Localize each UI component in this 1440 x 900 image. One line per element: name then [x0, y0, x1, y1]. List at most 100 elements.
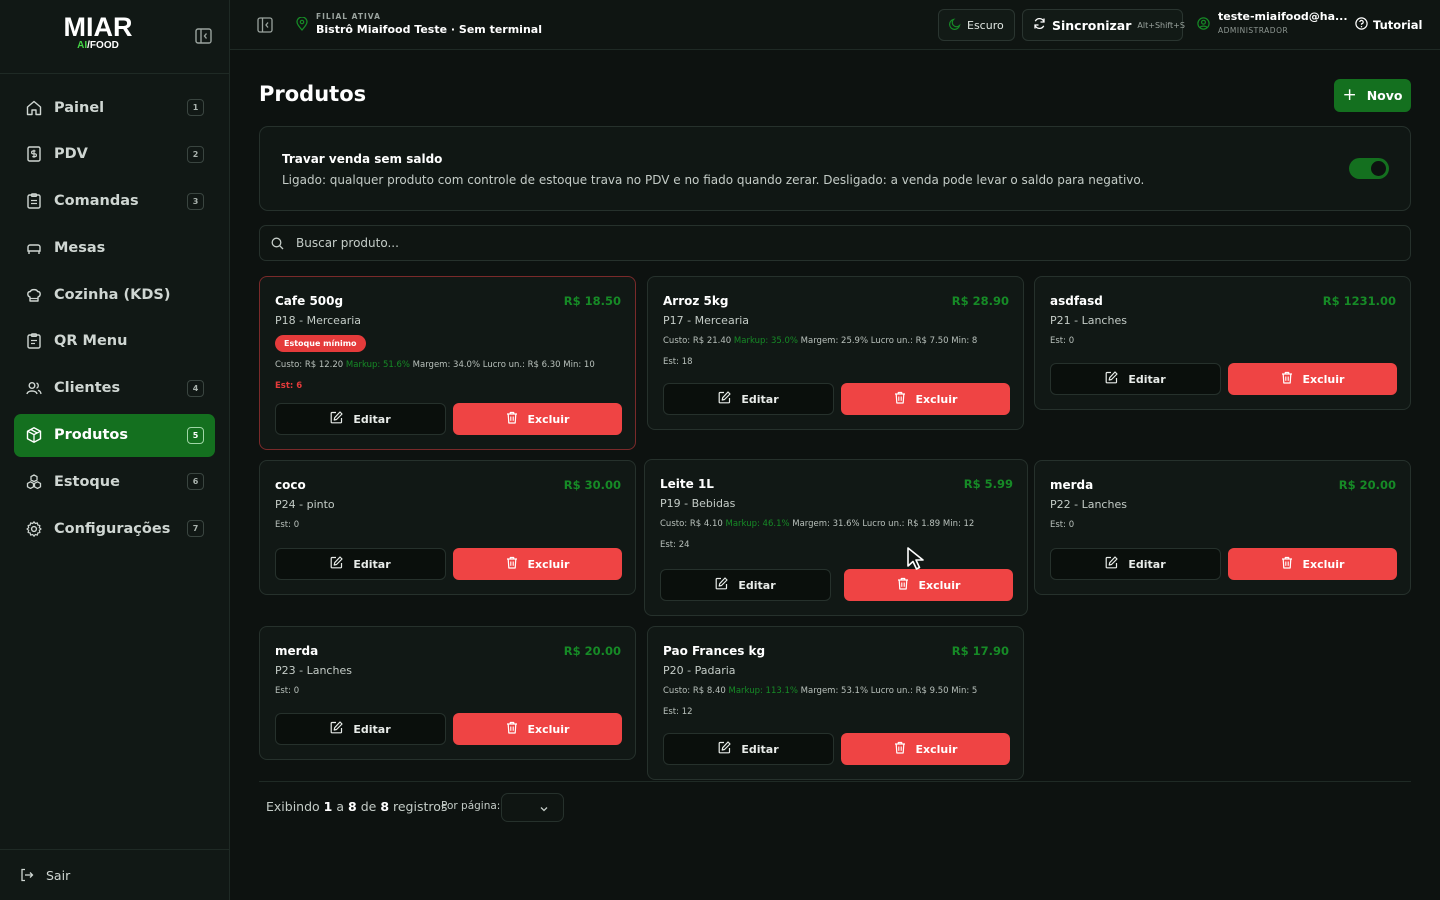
- refresh-icon: [1033, 17, 1046, 33]
- product-code-category: P17 - Mercearia: [663, 314, 750, 327]
- panel-toggle-icon[interactable]: [257, 17, 273, 33]
- sync-label: Sincronizar: [1052, 17, 1132, 33]
- sidebar-item-label: Comandas: [54, 193, 139, 210]
- product-name: Leite 1L: [660, 477, 714, 491]
- sidebar-item-qr-menu[interactable]: QR Menu: [14, 320, 215, 363]
- edit-product-button[interactable]: Editar: [663, 733, 834, 765]
- sidebar-item-label: Painel: [54, 99, 105, 116]
- status-badge: Estoque mínimo: [275, 335, 366, 352]
- product-stock: Est: 12: [663, 707, 693, 717]
- delete-product-button[interactable]: Excluir: [453, 548, 622, 580]
- sidebar-item-configura-es[interactable]: Configurações 7: [14, 507, 215, 550]
- edit-product-button[interactable]: Editar: [275, 548, 446, 580]
- edit-icon: [1105, 556, 1118, 572]
- shortcut-badge: 1: [187, 99, 204, 116]
- product-markup: Markup: 113.1%: [728, 686, 798, 696]
- product-stock: Est: 0: [275, 686, 300, 696]
- boxes-icon: [24, 472, 44, 492]
- edit-label: Editar: [353, 557, 391, 571]
- product-margin-profit-min: Margem: 31.6% Lucro un.: R$ 1.89 Min: 12: [792, 519, 975, 529]
- product-margin-profit-min: Margem: 25.9% Lucro un.: R$ 7.50 Min: 8: [800, 336, 978, 346]
- delete-product-button[interactable]: Excluir: [841, 383, 1010, 415]
- product-name: merda: [275, 644, 319, 658]
- lock-sale-setting: Travar venda sem saldo Ligado: qualquer …: [259, 126, 1411, 211]
- search-input[interactable]: [296, 226, 1396, 260]
- sidebar-item-cozinha-kds[interactable]: Cozinha (KDS): [14, 273, 215, 316]
- delete-product-button[interactable]: Excluir: [1228, 548, 1397, 580]
- active-branch[interactable]: FILIAL ATIVA Bistrô Miaifood Teste · Sem…: [296, 12, 542, 36]
- delete-product-button[interactable]: Excluir: [453, 403, 622, 435]
- product-card: Arroz 5kg R$ 28.90 P17 - Mercearia Custo: R…: [647, 276, 1024, 430]
- product-stock: Est: 0: [1050, 520, 1075, 530]
- new-product-button[interactable]: + Novo: [1334, 79, 1411, 112]
- pager-to: 8: [348, 799, 357, 814]
- sidebar-item-label: Clientes: [54, 380, 121, 397]
- delete-label: Excluir: [1302, 372, 1345, 386]
- brand-logo[interactable]: MIAR AI/FOOD: [62, 12, 134, 51]
- qr-menu-icon: [24, 331, 44, 351]
- theme-toggle-button[interactable]: Escuro: [938, 9, 1015, 41]
- shortcut-badge: 3: [187, 192, 204, 210]
- edit-product-button[interactable]: Editar: [1050, 363, 1221, 395]
- pager-sep1: a: [336, 799, 345, 814]
- product-name: asdfasd: [1050, 294, 1103, 308]
- sidebar-item-comandas[interactable]: Comandas 3: [14, 180, 215, 223]
- trash-icon: [897, 577, 909, 593]
- product-markup: Markup: 51.6%: [345, 360, 410, 370]
- product-name: Pao Frances kg: [663, 644, 766, 658]
- edit-product-button[interactable]: Editar: [275, 403, 446, 435]
- product-code-category: P24 - pinto: [275, 498, 335, 511]
- edit-icon: [718, 391, 731, 407]
- logout-label: Sair: [46, 867, 71, 883]
- user-menu[interactable]: teste-miaifood@ha... ADMINISTRADOR: [1197, 10, 1348, 35]
- delete-label: Excluir: [1302, 557, 1345, 571]
- delete-label: Excluir: [527, 722, 570, 736]
- logo-sub-rest: /FOOD: [87, 40, 119, 51]
- delete-product-button[interactable]: Excluir: [841, 733, 1010, 765]
- delete-product-button[interactable]: Excluir: [1228, 363, 1397, 395]
- tutorial-label: Tutorial: [1373, 18, 1423, 32]
- product-name: coco: [275, 478, 306, 492]
- product-stock: Est: 0: [275, 520, 300, 530]
- delete-product-button[interactable]: Excluir: [453, 713, 622, 745]
- product-code-category: P19 - Bebidas: [660, 497, 736, 510]
- product-price: R$ 18.50: [563, 294, 621, 308]
- logout-button[interactable]: Sair: [0, 849, 230, 900]
- edit-product-button[interactable]: Editar: [1050, 548, 1221, 580]
- delete-label: Excluir: [918, 578, 961, 592]
- package-icon: [24, 425, 44, 445]
- user-circle-icon: [1197, 17, 1210, 33]
- map-pin-icon: [296, 16, 308, 34]
- edit-product-button[interactable]: Editar: [660, 569, 831, 601]
- page-title: Produtos: [259, 82, 367, 106]
- pager-from: 1: [323, 799, 333, 814]
- edit-product-button[interactable]: Editar: [275, 713, 446, 745]
- sidebar-item-clientes[interactable]: Clientes 4: [14, 367, 215, 410]
- lock-sale-toggle[interactable]: [1349, 158, 1389, 179]
- sidebar-collapse-icon[interactable]: [195, 28, 212, 44]
- sidebar-item-estoque[interactable]: Estoque 6: [14, 460, 215, 503]
- list-divider: [259, 781, 1411, 782]
- product-stock: Est: 18: [663, 357, 693, 367]
- sync-button[interactable]: Sincronizar Alt+Shift+S: [1022, 9, 1185, 41]
- sidebar-item-produtos[interactable]: Produtos 5: [14, 413, 215, 457]
- tutorial-button[interactable]: Tutorial: [1355, 17, 1422, 33]
- product-metrics: Custo: R$ 8.40 Markup: 113.1% Margem: 53…: [663, 686, 977, 696]
- sidebar-item-pdv[interactable]: PDV 2: [14, 133, 215, 176]
- theme-label: Escuro: [967, 18, 1004, 32]
- delete-label: Excluir: [527, 412, 570, 426]
- edit-product-button[interactable]: Editar: [663, 383, 834, 415]
- edit-icon: [330, 721, 343, 737]
- per-page-select[interactable]: [501, 793, 564, 822]
- delete-product-button[interactable]: Excluir: [844, 569, 1013, 601]
- new-label: Novo: [1366, 88, 1403, 103]
- product-name: Cafe 500g: [275, 294, 344, 308]
- branch-name: Bistrô Miaifood Teste · Sem terminal: [316, 23, 542, 36]
- plus-icon: +: [1342, 85, 1357, 105]
- toggle-knob: [1371, 161, 1386, 176]
- edit-icon: [718, 741, 731, 757]
- sidebar-item-mesas[interactable]: Mesas: [14, 226, 215, 269]
- trash-icon: [506, 721, 518, 737]
- sidebar-item-painel[interactable]: Painel 1: [14, 86, 215, 129]
- edit-label: Editar: [1128, 557, 1166, 571]
